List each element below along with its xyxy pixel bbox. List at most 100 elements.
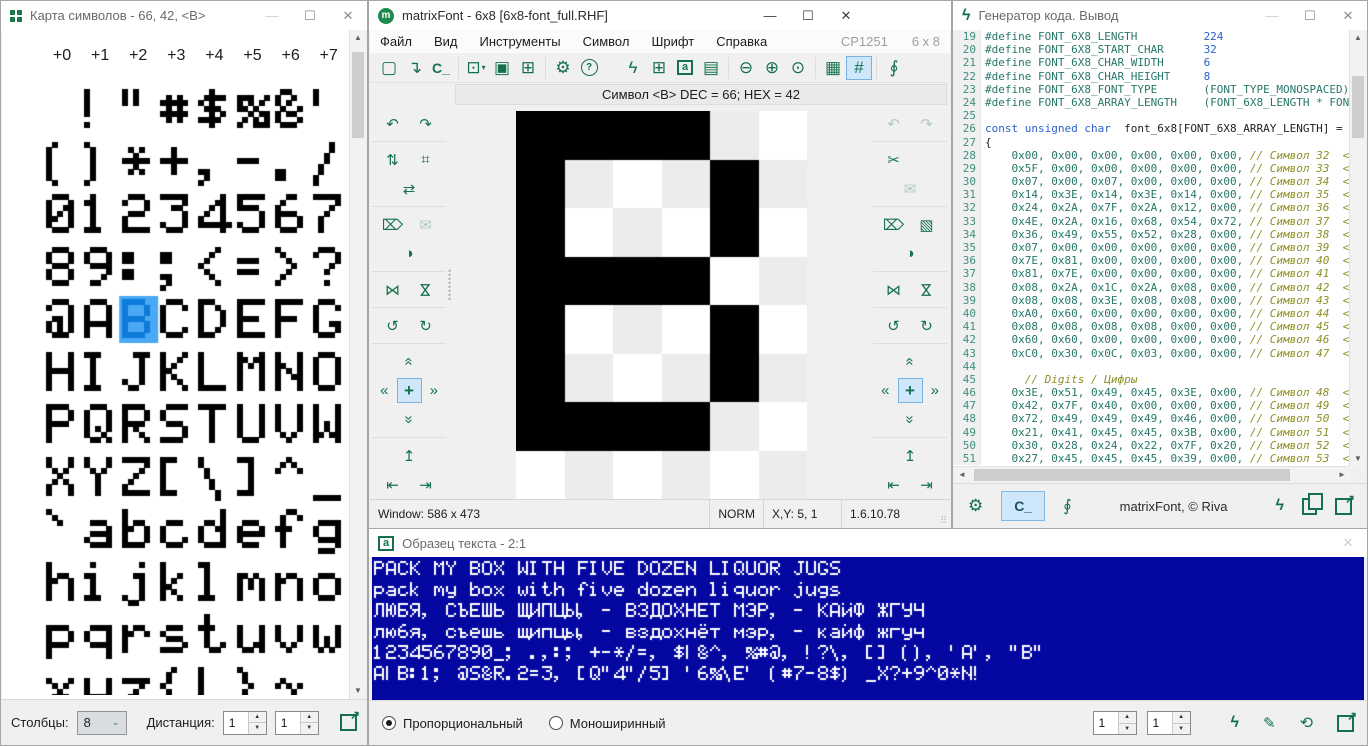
crop-icon[interactable]: ⌗: [409, 147, 442, 172]
stepper-up-icon[interactable]: ▲: [249, 712, 266, 724]
code-output-icon[interactable]: ▤: [698, 56, 724, 80]
resize-grip[interactable]: ⠿: [940, 515, 948, 526]
minimize-icon[interactable]: —: [751, 8, 789, 23]
edit-text-icon[interactable]: ✎: [1263, 714, 1276, 732]
shift-down-icon[interactable]: »: [393, 407, 426, 432]
settings-icon[interactable]: ⚙: [550, 56, 576, 80]
import-image-icon[interactable]: ▧: [910, 212, 943, 237]
zoom-fit-icon[interactable]: ⊙: [785, 56, 811, 80]
shift-up-icon[interactable]: «: [393, 349, 426, 374]
flip-vertical-icon[interactable]: ⋈: [409, 277, 442, 302]
maximize-icon[interactable]: ☐: [291, 8, 329, 24]
code-vertical-scrollbar[interactable]: ▲ ▼: [1349, 30, 1366, 467]
close-icon[interactable]: ✕: [1329, 8, 1367, 24]
save-font-as-icon[interactable]: ⊞: [515, 56, 541, 80]
glyph-editor-canvas[interactable]: [516, 111, 807, 499]
attach-icon[interactable]: ∮: [881, 56, 907, 80]
shift-up-icon[interactable]: «: [894, 349, 927, 374]
rotate-right-icon[interactable]: ↻: [409, 313, 442, 338]
paste-icon[interactable]: ✉: [894, 176, 927, 201]
reload-icon[interactable]: ⟲: [1300, 713, 1313, 733]
close-icon[interactable]: ✕: [1329, 535, 1367, 551]
export-sample-icon[interactable]: ↗: [1337, 715, 1354, 732]
redo-icon[interactable]: ↷: [409, 111, 442, 136]
preview-grid-icon[interactable]: ▦: [820, 56, 846, 80]
close-icon[interactable]: ✕: [827, 8, 865, 24]
snap-right-icon[interactable]: ⇥: [409, 472, 442, 497]
distance-y-stepper[interactable]: 1 ▲▼: [275, 711, 319, 735]
menu-инструменты[interactable]: Инструменты: [480, 34, 561, 49]
sample-spacing-y-stepper[interactable]: 1 ▲▼: [1147, 711, 1191, 735]
sample-spacing-x-stepper[interactable]: 1 ▲▼: [1093, 711, 1137, 735]
shift-down-icon[interactable]: »: [894, 407, 927, 432]
redo-icon[interactable]: ↷: [910, 111, 943, 136]
scroll-left-icon[interactable]: ◄: [954, 467, 970, 483]
flip-horizontal-icon[interactable]: ⋈: [376, 277, 409, 302]
refresh-sample-icon[interactable]: ϟ: [1231, 714, 1239, 732]
gear-icon[interactable]: ⚙: [968, 496, 983, 516]
row-height-icon[interactable]: ⇅: [376, 147, 409, 172]
zoom-in-icon[interactable]: ⊕: [759, 56, 785, 80]
open-font-icon[interactable]: ⊡▾: [463, 56, 489, 80]
splitter-handle[interactable]: ••••••••: [448, 269, 452, 301]
code-output-editor[interactable]: 19#define FONT_6X8_LENGTH 22420#define F…: [954, 30, 1352, 468]
shift-left-icon[interactable]: «: [372, 378, 397, 403]
new-character-icon[interactable]: ▢: [376, 56, 402, 80]
stepper-down-icon[interactable]: ▼: [1119, 724, 1136, 735]
help-icon[interactable]: ?: [576, 56, 602, 80]
undo-icon[interactable]: ↶: [877, 111, 910, 136]
scroll-down-icon[interactable]: ▼: [350, 683, 366, 699]
stepper-down-icon[interactable]: ▼: [1173, 724, 1190, 735]
maximize-icon[interactable]: ☐: [1291, 8, 1329, 24]
generate-icon[interactable]: ϟ: [1276, 497, 1284, 515]
scroll-up-icon[interactable]: ▲: [350, 30, 366, 46]
language-c-button[interactable]: C_: [1001, 491, 1045, 521]
snap-left-icon[interactable]: ⇤: [376, 472, 409, 497]
flip-vertical-icon[interactable]: ⋈: [910, 277, 943, 302]
scrollbar-thumb[interactable]: [974, 469, 1290, 481]
charmap-vertical-scrollbar[interactable]: ▲ ▼: [349, 30, 366, 699]
paperclip-icon[interactable]: ∮: [1063, 496, 1071, 516]
menu-шрифт[interactable]: Шрифт: [651, 34, 694, 49]
close-icon[interactable]: ✕: [329, 8, 367, 24]
scrollbar-thumb[interactable]: [352, 52, 364, 138]
save-font-icon[interactable]: ▣: [489, 56, 515, 80]
minimize-icon[interactable]: —: [1253, 8, 1291, 23]
char-map-icon[interactable]: ⊞: [646, 56, 672, 80]
snap-top-icon[interactable]: ↥: [894, 443, 927, 468]
stepper-up-icon[interactable]: ▲: [1119, 712, 1136, 724]
zoom-out-icon[interactable]: ⊖: [733, 56, 759, 80]
scrollbar-thumb[interactable]: [1352, 76, 1364, 138]
export-code-icon[interactable]: ↗: [1335, 498, 1352, 515]
scroll-right-icon[interactable]: ►: [1334, 467, 1350, 483]
invert-icon[interactable]: ◑: [894, 241, 927, 266]
menu-файл[interactable]: Файл: [380, 34, 412, 49]
code-horizontal-scrollbar[interactable]: ◄ ►: [954, 466, 1350, 483]
scroll-down-icon[interactable]: ▼: [1350, 451, 1366, 467]
snap-right-icon[interactable]: ⇥: [910, 472, 943, 497]
clear-icon[interactable]: ⌦: [877, 212, 910, 237]
rotate-left-icon[interactable]: ↺: [376, 313, 409, 338]
scroll-up-icon[interactable]: ▲: [1350, 30, 1366, 46]
copy-code-icon[interactable]: [1302, 498, 1317, 515]
maximize-icon[interactable]: ☐: [789, 8, 827, 24]
columns-select[interactable]: 8 ⌄: [77, 711, 127, 735]
invert-icon[interactable]: ◑: [393, 241, 426, 266]
cut-icon[interactable]: ✂: [877, 147, 910, 172]
rotate-right-icon[interactable]: ↻: [910, 313, 943, 338]
clear-icon[interactable]: ⌦: [376, 212, 409, 237]
copy-icon[interactable]: [910, 147, 943, 172]
undo-icon[interactable]: ↶: [376, 111, 409, 136]
snap-left-icon[interactable]: ⇤: [877, 472, 910, 497]
shift-right-icon[interactable]: »: [923, 378, 948, 403]
expand-icon[interactable]: ⇄: [393, 176, 426, 201]
export-map-icon[interactable]: ↗: [340, 714, 357, 731]
flip-horizontal-icon[interactable]: ⋈: [877, 277, 910, 302]
move-icon[interactable]: +: [898, 378, 923, 403]
grid-toggle-icon[interactable]: #: [846, 56, 872, 80]
shift-right-icon[interactable]: »: [422, 378, 447, 403]
stepper-up-icon[interactable]: ▲: [1173, 712, 1190, 724]
radio-proportional[interactable]: Пропорциональный: [382, 716, 523, 731]
menu-справка[interactable]: Справка: [716, 34, 767, 49]
move-icon[interactable]: +: [397, 378, 422, 403]
